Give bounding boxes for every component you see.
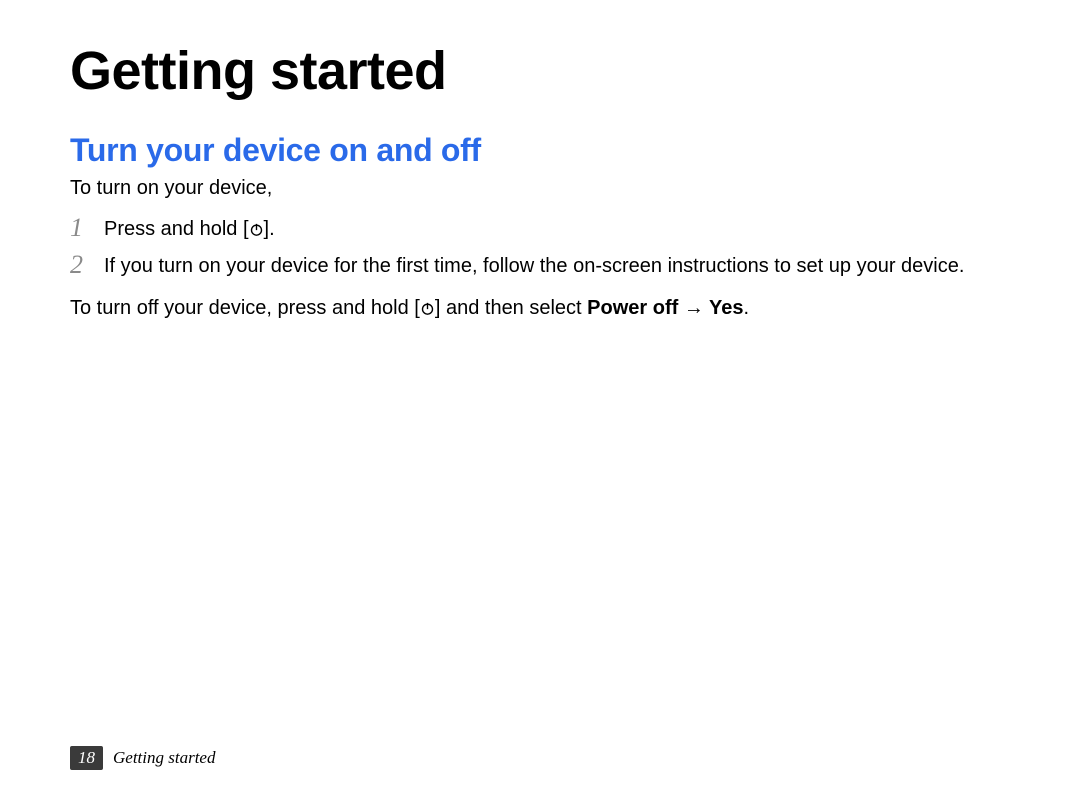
page-title: Getting started [70,40,1010,102]
page-footer: 18 Getting started [70,746,215,770]
section-heading: Turn your device on and off [70,132,1010,169]
step-number: 2 [70,251,104,280]
step-text-after: ]. [264,218,275,240]
step-body: Press and hold []. [104,214,275,245]
power-icon [420,296,435,324]
intro-text: To turn on your device, [70,177,1010,200]
turn-off-note: To turn off your device, press and hold … [70,294,1010,324]
step-list: 1 Press and hold []. 2 If you turn on yo… [70,214,1010,280]
note-after: . [744,297,750,319]
note-before: To turn off your device, press and hold … [70,297,420,319]
step-number: 1 [70,214,104,243]
power-icon [249,218,264,245]
step-body: If you turn on your device for the first… [104,251,964,280]
step-item: 1 Press and hold []. [70,214,1010,245]
manual-page: Getting started Turn your device on and … [0,0,1080,324]
footer-section-label: Getting started [113,748,215,768]
note-mid: ] and then select [435,297,587,319]
page-number: 18 [70,746,103,770]
step-text-before: Press and hold [ [104,218,249,240]
note-bold: Power off → Yes [587,297,743,319]
step-item: 2 If you turn on your device for the fir… [70,251,1010,280]
